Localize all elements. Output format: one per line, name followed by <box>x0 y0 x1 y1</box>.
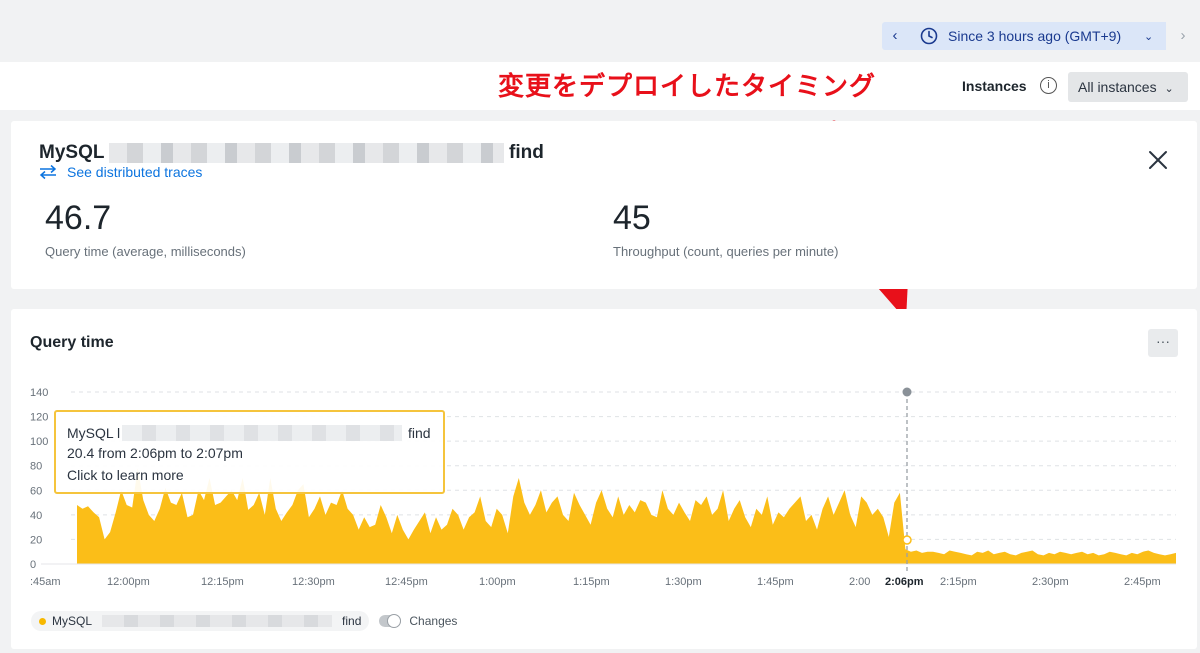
query-db-label: MySQL <box>39 142 105 163</box>
legend-series-item[interactable]: MySQL find <box>31 611 370 631</box>
query-time-label: Query time (average, milliseconds) <box>45 244 246 259</box>
throughput-value: 45 <box>613 199 651 237</box>
changes-label: Changes <box>409 614 458 628</box>
time-range-dropdown[interactable]: Since 3 hours ago (GMT+9) ⌄ <box>908 22 1166 50</box>
change-marker-dot[interactable] <box>902 387 912 397</box>
time-next-button[interactable]: › <box>1170 22 1196 50</box>
chart-legend: MySQL find Changes <box>31 610 457 632</box>
tooltip-learn-more: Click to learn more <box>67 467 184 483</box>
info-icon[interactable]: i <box>1040 77 1057 94</box>
x-tick-label: 2:45pm <box>1124 576 1161 588</box>
x-tick-label: 12:45pm <box>385 576 428 588</box>
query-time-value: 46.7 <box>45 199 112 237</box>
x-tick-label: 1:45pm <box>757 576 794 588</box>
redacted-query-name <box>109 143 504 163</box>
redacted-query-name <box>122 425 402 441</box>
chevron-left-icon: ‹ <box>892 27 898 44</box>
y-tick-label: 80 <box>30 461 42 473</box>
time-prev-button[interactable]: ‹ <box>882 22 908 50</box>
throughput-label: Throughput (count, queries per minute) <box>613 244 839 259</box>
chevron-down-icon: ⌄ <box>1144 30 1154 43</box>
x-tick-label: :45am <box>30 576 61 588</box>
y-tick-label: 20 <box>30 534 42 546</box>
y-tick-label: 100 <box>30 436 48 448</box>
x-tick-label: 1:30pm <box>665 576 702 588</box>
query-time-chart-card: Query time ··· 0 20 40 60 80 100 120 140:45am 12… <box>11 309 1197 649</box>
trace-arrows-icon <box>39 164 57 180</box>
clock-icon <box>920 27 938 45</box>
x-tick-label: 2:15pm <box>940 576 977 588</box>
y-tick-label: 60 <box>30 485 42 497</box>
instances-select[interactable]: All instances ⌄ <box>1068 72 1188 102</box>
instances-selected-value: All instances <box>1078 79 1157 95</box>
instances-label: Instances <box>962 78 1027 94</box>
tooltip-series-suffix: find <box>408 425 431 441</box>
deploy-annotation: 変更をデプロイしたタイミング <box>498 71 877 101</box>
tooltip-value: 20.4 from 2:06pm to 2:07pm <box>67 445 243 461</box>
hover-point <box>902 535 912 545</box>
legend-series-prefix: MySQL <box>52 614 93 628</box>
series-color-dot <box>39 617 46 625</box>
trace-link-label: See distributed traces <box>67 164 203 180</box>
query-operation: find <box>509 142 544 163</box>
x-tick-label: 1:15pm <box>573 576 610 588</box>
close-icon[interactable] <box>1147 149 1169 171</box>
chevron-down-icon: ⌄ <box>1164 83 1174 95</box>
x-tick-label: 2:00 <box>849 576 870 588</box>
x-tick-label: 12:15pm <box>201 576 244 588</box>
x-tick-label: 2:06pm <box>885 576 924 588</box>
time-picker-bar: ‹ Since 3 hours ago (GMT+9) ⌄ › <box>0 0 1200 62</box>
chart-tooltip[interactable]: MySQL l find 20.4 from 2:06pm to 2:07pm … <box>54 410 445 494</box>
y-tick-label: 40 <box>30 510 42 522</box>
query-detail-card: MySQL find See distributed traces 46.7 Q… <box>11 121 1197 289</box>
see-distributed-traces-link[interactable]: See distributed traces <box>39 164 202 180</box>
x-tick-label: 12:30pm <box>292 576 335 588</box>
x-tick-label: 12:00pm <box>107 576 150 588</box>
x-tick-label: 1:00pm <box>479 576 516 588</box>
x-tick-label: 2:30pm <box>1032 576 1069 588</box>
y-tick-label: 140 <box>30 387 48 399</box>
chevron-right-icon: › <box>1180 27 1186 44</box>
tooltip-series-prefix: MySQL l <box>67 425 121 441</box>
changes-toggle[interactable] <box>379 614 402 628</box>
y-tick-label: 0 <box>30 559 36 571</box>
redacted-query-name <box>102 615 333 627</box>
legend-series-suffix: find <box>342 614 362 628</box>
time-range-label: Since 3 hours ago (GMT+9) <box>948 28 1122 44</box>
y-tick-label: 120 <box>30 412 48 424</box>
